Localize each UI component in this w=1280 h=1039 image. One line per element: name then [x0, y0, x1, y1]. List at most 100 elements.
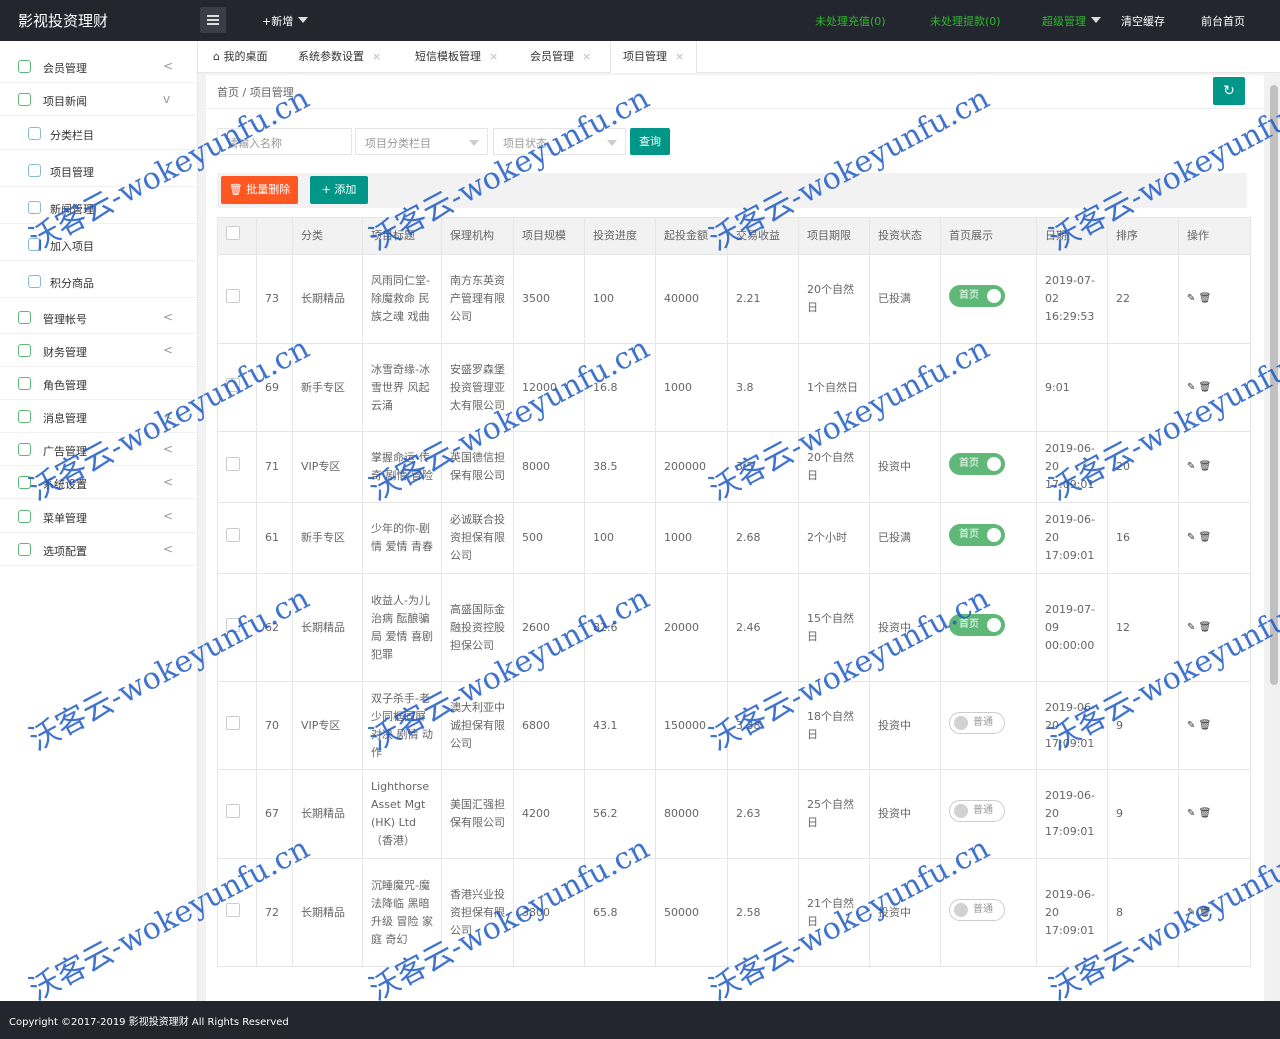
header-title[interactable]: 项目标题	[362, 217, 442, 255]
category-select[interactable]: 项目分类栏目	[355, 128, 488, 155]
tab-system-params[interactable]: 系统参数设置 ×	[298, 41, 381, 73]
search-name-input[interactable]: 请输入名称	[217, 128, 352, 155]
home-show-switch[interactable]: 首页	[949, 453, 1005, 475]
header-org[interactable]: 保理机构	[441, 217, 514, 255]
header-category[interactable]: 分类	[292, 217, 363, 255]
row-title: 掌握命运-传奇 剧情 冒险	[362, 431, 442, 503]
row-sort	[1107, 343, 1179, 432]
row-checkbox[interactable]	[226, 902, 240, 917]
edit-icon[interactable]: ✎	[1187, 808, 1199, 819]
edit-icon[interactable]: ✎	[1187, 293, 1199, 304]
sidebar-item-settings[interactable]: 系统设置 <	[0, 466, 198, 499]
batch-delete-button[interactable]: 🗑 批量删除	[221, 176, 298, 204]
delete-icon[interactable]: 🗑	[1199, 907, 1212, 918]
tab-members[interactable]: 会员管理 ×	[530, 41, 591, 73]
row-checkbox-cell	[217, 254, 257, 344]
status-select[interactable]: 项目状态	[493, 128, 626, 155]
home-show-switch[interactable]: 普通	[949, 898, 1005, 921]
close-icon[interactable]: ×	[582, 50, 591, 63]
header-home-show[interactable]: 首页展示	[940, 217, 1037, 255]
delete-icon[interactable]: 🗑	[1199, 622, 1212, 633]
sidebar-item-join-project[interactable]: 加入项目	[0, 228, 198, 261]
new-menu[interactable]: +新增	[262, 13, 309, 29]
row-min-amount: 150000	[655, 681, 728, 770]
row-checkbox[interactable]	[226, 528, 240, 542]
edit-icon[interactable]: ✎	[1187, 720, 1199, 731]
header-status[interactable]: 投资状态	[869, 217, 941, 255]
home-show-switch[interactable]: 首页	[949, 613, 1005, 636]
sidebar-item-label: 分类栏目	[50, 129, 94, 142]
sidebar-item-roles[interactable]: 角色管理	[0, 367, 198, 400]
delete-icon[interactable]: 🗑	[1199, 461, 1212, 472]
header-profit[interactable]: 交易收益	[727, 217, 799, 255]
home-show-switch[interactable]: 首页	[949, 524, 1005, 546]
row-checkbox[interactable]	[226, 457, 240, 471]
header-min-amount[interactable]: 起投金额	[655, 217, 728, 255]
refresh-button[interactable]: ↻	[1213, 77, 1245, 105]
header-scale[interactable]: 项目规模	[513, 217, 585, 255]
sidebar-item-finance[interactable]: 财务管理 <	[0, 334, 198, 367]
row-date: 2019-06-20 17:09:01	[1036, 681, 1108, 770]
home-show-switch[interactable]: 普通	[949, 800, 1005, 822]
sidebar-item-projects[interactable]: 项目管理	[0, 154, 198, 187]
close-icon[interactable]: ×	[675, 50, 684, 63]
chevron-down-icon	[298, 17, 309, 23]
super-admin-menu[interactable]: 超级管理	[1042, 13, 1101, 29]
edit-icon[interactable]: ✎	[1187, 461, 1199, 472]
row-checkbox[interactable]	[226, 804, 240, 818]
header-actions: 操作	[1178, 217, 1251, 255]
pending-recharge-link[interactable]: 未处理充值(0)	[815, 13, 886, 29]
header-date[interactable]: 日期	[1036, 217, 1108, 255]
edit-icon[interactable]: ✎	[1187, 622, 1199, 633]
delete-icon[interactable]: 🗑	[1199, 808, 1212, 819]
row-progress: 65.8	[584, 858, 656, 967]
row-checkbox[interactable]	[226, 377, 240, 392]
tab-desktop[interactable]: ⌂ 我的桌面	[213, 41, 267, 73]
pending-withdraw-link[interactable]: 未处理提款(0)	[930, 13, 1001, 29]
gear-icon	[18, 476, 31, 489]
row-checkbox[interactable]	[226, 289, 240, 303]
delete-icon[interactable]: 🗑	[1199, 532, 1212, 543]
row-sort: 9	[1107, 681, 1179, 770]
tab-sms-templates[interactable]: 短信模板管理 ×	[415, 41, 498, 73]
clear-cache-link[interactable]: 清空缓存	[1121, 13, 1165, 29]
delete-icon[interactable]: 🗑	[1199, 293, 1212, 304]
row-checkbox[interactable]	[226, 617, 240, 632]
row-term: 18个自然日	[798, 681, 870, 770]
menu-toggle-button[interactable]	[200, 7, 226, 33]
row-profit: 2.63	[727, 769, 799, 859]
header-term[interactable]: 项目期限	[798, 217, 870, 255]
row-category: 新手专区	[292, 502, 363, 574]
sidebar-item-members[interactable]: 会员管理 <	[0, 50, 198, 83]
add-button[interactable]: + 添加	[310, 176, 368, 204]
sidebar-item-news-mgmt[interactable]: 新闻管理	[0, 191, 198, 224]
sidebar-item-ads[interactable]: 广告管理 <	[0, 433, 198, 466]
row-checkbox[interactable]	[226, 715, 240, 730]
sidebar-item-points-goods[interactable]: 积分商品	[0, 265, 198, 298]
select-all-checkbox[interactable]	[226, 226, 240, 240]
page-scrollbar[interactable]	[1268, 75, 1280, 1001]
header-sort[interactable]: 排序	[1107, 217, 1179, 255]
close-icon[interactable]: ×	[489, 50, 498, 63]
sidebar-item-messages[interactable]: 消息管理 <	[0, 400, 198, 433]
home-show-switch[interactable]: 首页	[949, 285, 1005, 307]
breadcrumb-home[interactable]: 首页	[217, 86, 239, 99]
header-progress[interactable]: 投资进度	[584, 217, 656, 255]
scrollbar-thumb[interactable]	[1270, 85, 1278, 685]
delete-icon[interactable]: 🗑	[1199, 720, 1212, 731]
sidebar-item-options[interactable]: 选项配置 <	[0, 533, 198, 566]
delete-icon[interactable]: 🗑	[1199, 382, 1212, 393]
edit-icon[interactable]: ✎	[1187, 382, 1199, 393]
edit-icon[interactable]: ✎	[1187, 907, 1199, 918]
home-show-switch[interactable]: 普通	[949, 711, 1005, 734]
tab-projects[interactable]: 项目管理 ×	[610, 41, 698, 73]
close-icon[interactable]: ×	[372, 50, 381, 63]
sidebar-item-news[interactable]: 项目新闻 v	[0, 83, 198, 116]
sidebar-item-accounts[interactable]: 管理帐号 <	[0, 301, 198, 334]
edit-icon[interactable]: ✎	[1187, 532, 1199, 543]
row-scale: 4200	[513, 769, 585, 859]
sidebar-item-categories[interactable]: 分类栏目	[0, 117, 198, 150]
sidebar-item-menus[interactable]: 菜单管理 <	[0, 500, 198, 533]
front-home-link[interactable]: 前台首页	[1201, 13, 1245, 29]
query-button[interactable]: 查询	[630, 128, 670, 155]
